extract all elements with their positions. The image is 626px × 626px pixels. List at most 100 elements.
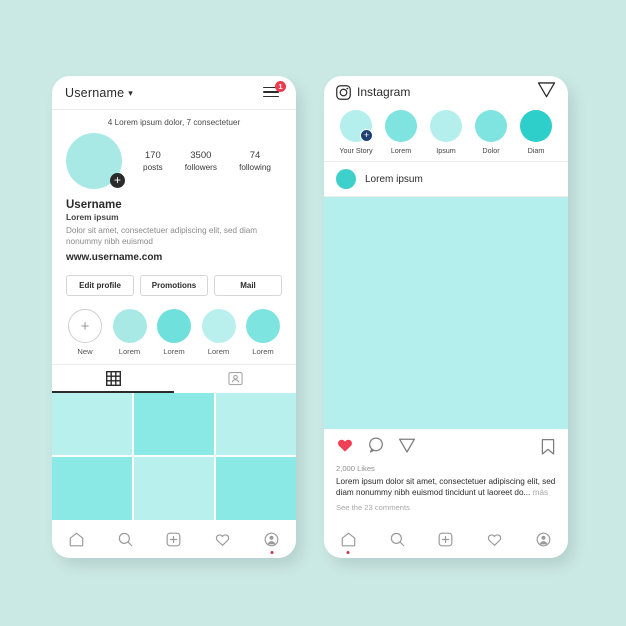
nav-search[interactable] <box>110 525 140 553</box>
home-icon <box>341 532 356 546</box>
edit-profile-button[interactable]: Edit profile <box>66 274 134 296</box>
nav-add-post[interactable] <box>159 525 189 553</box>
nav-add-post[interactable] <box>431 525 461 553</box>
share-button[interactable] <box>398 436 416 459</box>
menu-button[interactable]: 1 <box>263 80 286 101</box>
profile-action-buttons: Edit profile Promotions Mail <box>52 263 296 296</box>
profile-header: + 170 posts 3500 followers 74 following <box>52 133 296 189</box>
add-post-icon <box>439 532 453 546</box>
highlight-label: New <box>77 346 93 356</box>
active-indicator-dot <box>270 551 274 554</box>
grid-cell[interactable] <box>134 457 214 520</box>
tab-grid[interactable] <box>52 365 174 393</box>
comment-button[interactable] <box>367 436 385 459</box>
bookmark-icon <box>541 439 555 455</box>
stat-value: 170 <box>144 150 161 161</box>
save-button[interactable] <box>540 438 556 456</box>
post-image[interactable] <box>324 197 568 429</box>
bio-subtitle: Lorem ipsum <box>66 212 119 222</box>
profile-tabs <box>52 363 296 393</box>
share-icon <box>398 438 416 453</box>
story-thumb <box>475 110 507 142</box>
story-item[interactable]: Dolor <box>471 110 511 155</box>
view-comments-link[interactable]: See the 23 comments <box>336 503 556 512</box>
highlight-item[interactable]: Lorem <box>155 308 193 356</box>
story-highlights: + New Lorem Lorem Lorem Lorem <box>52 296 296 364</box>
story-your-story[interactable]: + Your Story <box>336 110 376 155</box>
profile-bio: Username Lorem ipsum Dolor sit amet, con… <box>52 189 296 263</box>
add-story-icon[interactable]: + <box>110 173 125 188</box>
story-item[interactable]: Lorem <box>381 110 421 155</box>
grid-cell[interactable] <box>52 457 132 520</box>
heart-icon <box>216 533 230 546</box>
direct-message-icon <box>537 82 556 98</box>
nav-activity[interactable] <box>480 525 510 553</box>
post-action-bar <box>324 429 568 464</box>
bio-website-link[interactable]: www.username.com <box>66 252 282 263</box>
story-item[interactable]: Diam <box>516 110 556 155</box>
stat-posts[interactable]: 170 posts <box>143 150 163 172</box>
feed-screen-phone: Instagram + Your Story Lorem Ipsum Dolor… <box>324 76 568 558</box>
nav-search[interactable] <box>382 525 412 553</box>
search-icon <box>390 532 405 546</box>
profile-bottom-nav <box>52 520 296 558</box>
story-label: Your Story <box>339 146 373 155</box>
profile-screen-phone: Username ▾ 1 4 Lorem ipsum dolor, 7 conse… <box>52 76 296 558</box>
nav-home[interactable] <box>333 525 363 554</box>
mail-button[interactable]: Mail <box>214 274 282 296</box>
post-body: 2,000 Likes Lorem ipsum dolor sit amet, … <box>324 464 568 520</box>
avatar[interactable]: + <box>66 133 125 189</box>
stat-followers[interactable]: 3500 followers <box>185 150 217 172</box>
grid-cell[interactable] <box>134 392 214 456</box>
heart-icon <box>488 533 502 546</box>
highlight-item[interactable]: Lorem <box>111 308 149 356</box>
caption-more-link[interactable]: más <box>533 488 548 497</box>
nav-activity[interactable] <box>208 525 238 553</box>
username-dropdown[interactable]: Username ▾ <box>65 84 133 102</box>
caption-text: Lorem ipsum dolor sit amet, consectetuer… <box>336 476 556 498</box>
profile-icon <box>264 532 279 546</box>
highlight-item[interactable]: Lorem <box>200 308 238 356</box>
nav-home[interactable] <box>61 525 91 553</box>
highlight-thumb <box>201 308 236 343</box>
notification-badge: 1 <box>275 80 286 92</box>
grid-icon <box>105 370 121 386</box>
highlight-label: Lorem <box>118 346 141 356</box>
heart-filled-icon <box>338 439 352 452</box>
story-item[interactable]: Ipsum <box>426 110 466 155</box>
brand-logo: Instagram <box>336 84 410 100</box>
feed-header: Instagram <box>324 76 568 108</box>
bio-description: Dolor sit amet, consectetuer adipiscing … <box>66 226 258 247</box>
highlight-label: Lorem <box>163 346 185 356</box>
stories-tray: + Your Story Lorem Ipsum Dolor Diam <box>324 108 568 162</box>
story-label: Lorem <box>390 146 412 155</box>
topbar-title: Username <box>65 85 125 100</box>
highlight-thumb <box>157 308 191 343</box>
add-story-icon[interactable]: + <box>360 129 373 142</box>
nav-profile[interactable] <box>529 525 559 553</box>
like-button[interactable] <box>336 436 354 459</box>
direct-message-button[interactable] <box>537 80 556 104</box>
post-author-name[interactable]: Lorem ipsum <box>365 174 423 185</box>
mockup-canvas: Username ▾ 1 4 Lorem ipsum dolor, 7 conse… <box>0 0 626 626</box>
nav-profile[interactable] <box>257 525 287 554</box>
highlight-item[interactable]: Lorem <box>244 308 282 356</box>
profile-stats: 170 posts 3500 followers 74 following <box>122 150 282 172</box>
story-thumb <box>385 110 417 142</box>
search-icon <box>118 532 133 546</box>
grid-cell[interactable] <box>216 457 296 520</box>
stat-value: 3500 <box>190 150 212 161</box>
promotions-button[interactable]: Promotions <box>140 274 208 296</box>
story-label: Dolor <box>482 146 500 155</box>
stat-label: followers <box>184 163 217 172</box>
highlight-thumb <box>112 308 147 343</box>
post-author-avatar[interactable] <box>336 169 356 189</box>
active-indicator-dot <box>346 551 350 554</box>
tab-tagged[interactable] <box>174 365 296 393</box>
grid-cell[interactable] <box>216 392 296 456</box>
highlight-new[interactable]: + New <box>66 308 104 356</box>
tagged-person-icon <box>227 371 243 385</box>
story-label: Ipsum <box>436 146 456 155</box>
stat-following[interactable]: 74 following <box>239 150 271 172</box>
grid-cell[interactable] <box>52 392 132 456</box>
